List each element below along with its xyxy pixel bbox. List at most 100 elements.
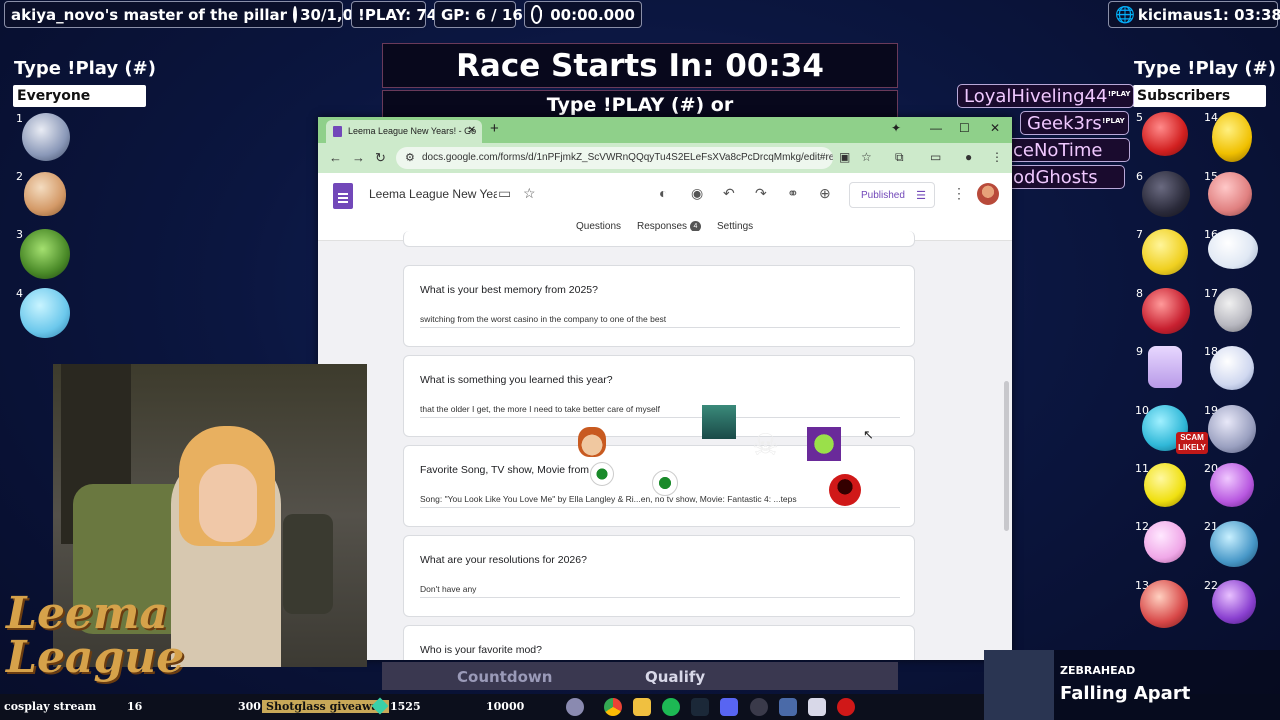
preview-eye-icon[interactable]: ◉ (691, 185, 703, 202)
folder-icon[interactable] (633, 698, 651, 716)
timer-box: 00:00.000 (524, 1, 642, 28)
ticker-text: Shotglass giveaway (262, 700, 389, 713)
play-tag: !PLAY (1107, 90, 1131, 98)
google-forms-icon[interactable] (333, 183, 353, 209)
app-icon[interactable] (779, 698, 797, 716)
chatter-name: ceNoTime (1013, 140, 1103, 161)
reload-icon[interactable]: ↻ (375, 150, 386, 166)
microphone (283, 514, 333, 614)
ticker-text: 16 (127, 700, 143, 713)
question-text: What are your resolutions for 2026? (420, 554, 587, 566)
slot-number: 3 (16, 228, 23, 241)
lollipop-ball (1210, 463, 1254, 507)
eyeball-emote (590, 462, 614, 486)
app-icon[interactable] (837, 698, 855, 716)
gemini-icon[interactable]: ✦ (891, 121, 901, 135)
palette-icon[interactable]: ◐ (659, 185, 667, 201)
slot-number: 2 (16, 170, 23, 183)
scrollbar[interactable] (1004, 381, 1009, 531)
extensions-icon[interactable]: ⧉ (895, 150, 904, 165)
grape-ball (1212, 580, 1256, 624)
maximize-button[interactable]: ☐ (959, 121, 970, 135)
close-tab-icon[interactable]: ✕ (468, 125, 476, 136)
shell-ball (1208, 405, 1256, 453)
add-collaborator-icon[interactable]: ⊕ (819, 185, 831, 202)
cloud-icon[interactable] (566, 698, 584, 716)
chatter-name: odGhosts (1013, 167, 1098, 188)
bookmark-star-icon[interactable]: ☆ (861, 150, 872, 164)
notepad-icon[interactable] (808, 698, 826, 716)
stream-title: akiya_novo's master of the pillar (11, 5, 288, 24)
tab-title: Leema League New Years! - Go (348, 126, 477, 136)
timer: 00:00.000 (550, 5, 635, 24)
url-bar[interactable]: ⚙ docs.google.com/forms/d/1nPFjmkZ_ScVWR… (396, 147, 833, 169)
minimize-button[interactable]: — (930, 121, 942, 135)
chatter-tag: odGhosts (1006, 165, 1125, 189)
cherry-ball (1140, 580, 1188, 628)
obs-icon[interactable] (750, 698, 768, 716)
clock-icon (531, 5, 543, 24)
race-countdown: Race Starts In: 00:34 (382, 43, 898, 88)
chatter-tag: Geek3rs !PLAY (1020, 111, 1129, 135)
undo-icon[interactable]: ↶ (723, 185, 735, 202)
slot-number: 9 (1136, 345, 1143, 358)
astronaut-ball (1214, 288, 1252, 332)
avatar[interactable] (977, 183, 999, 205)
emote-image (702, 405, 736, 439)
browser-tab[interactable]: Leema League New Years! - Go ✕ (326, 120, 482, 143)
slot-number: 5 (1136, 111, 1143, 124)
new-tab-button[interactable]: + (490, 120, 499, 137)
response-card: What is your best memory from 2025? swit… (403, 265, 915, 347)
star-icon[interactable]: ☆ (523, 185, 536, 202)
close-window-button[interactable]: ✕ (990, 121, 1000, 135)
discord-icon[interactable] (720, 698, 738, 716)
slot-number: 8 (1136, 287, 1143, 300)
answer-underline (420, 597, 900, 598)
steam-icon[interactable] (691, 698, 709, 716)
answer-underline (420, 417, 900, 418)
folder-icon[interactable]: ▭ (498, 185, 511, 202)
url-text: docs.google.com/forms/d/1nPFjmkZ_ScVWRnQ… (422, 152, 833, 163)
ice-ball (20, 288, 70, 338)
address-bar-row: ← → ↻ ⚙ docs.google.com/forms/d/1nPFjmkZ… (318, 143, 1012, 173)
forward-icon[interactable]: → (352, 150, 365, 165)
redo-icon[interactable]: ↷ (755, 185, 767, 202)
qualify-button[interactable]: Qualify (645, 668, 705, 686)
chatter-tag: ceNoTime (1006, 138, 1130, 162)
emote-image (578, 427, 606, 457)
answer-text: Don't have any (420, 584, 477, 594)
cast-icon[interactable]: ▭ (930, 150, 941, 164)
more-options-icon[interactable]: ⋮ (952, 185, 966, 202)
stream-title-box: akiya_novo's master of the pillar 30/1,0… (4, 1, 374, 28)
cheese-ball (1142, 229, 1188, 275)
cotton-candy-ball (1144, 521, 1186, 563)
left-panel-title: Type !Play (#) (14, 58, 156, 79)
browser-window: Leema League New Years! - Go ✕ + ✦ — ☐ ✕… (318, 117, 1012, 660)
slot-number: 4 (16, 287, 23, 300)
link-icon[interactable]: ⚭ (787, 185, 799, 202)
back-icon[interactable]: ← (329, 150, 342, 165)
settings-sliders-icon: ☰ (916, 190, 926, 202)
profile-icon[interactable]: ● (965, 150, 972, 164)
eyeball-emote (652, 470, 678, 496)
song-title: Falling Apart (1060, 683, 1191, 704)
menu-dots-icon[interactable]: ⋮ (991, 150, 1003, 164)
mouse-cursor-icon: ↖ (863, 427, 874, 442)
countdown-button[interactable]: Countdown (457, 668, 552, 686)
answer-underline (420, 327, 900, 328)
ticker-text: cosplay stream (4, 700, 97, 713)
document-title[interactable]: Leema League New Yea (369, 187, 497, 201)
slot-number: 1 (16, 112, 23, 125)
answer-text: that the older I get, the more I need to… (420, 404, 661, 414)
response-card: What is something you learned this year?… (403, 355, 915, 437)
left-panel-tag: Everyone (13, 85, 146, 107)
leema-league-logo: Leema League (6, 592, 184, 680)
screen-icon[interactable]: ▣ (839, 150, 850, 164)
answer-underline (420, 507, 900, 508)
spotify-icon[interactable] (662, 698, 680, 716)
ham-ball (1208, 172, 1252, 216)
published-button[interactable]: Published ☰ (849, 182, 935, 208)
forms-favicon-icon (333, 126, 342, 137)
chrome-icon[interactable] (604, 698, 622, 716)
site-info-icon[interactable]: ⚙ (405, 151, 415, 164)
